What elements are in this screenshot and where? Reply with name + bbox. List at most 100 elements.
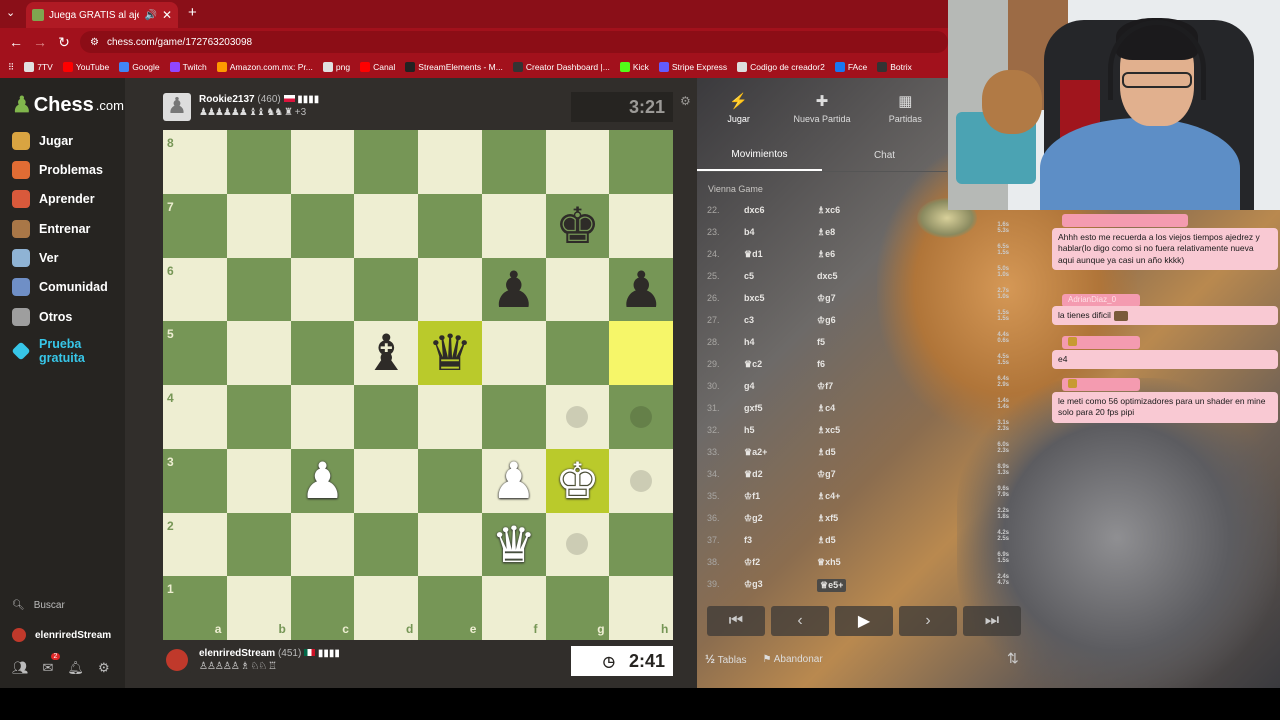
square-c2[interactable] xyxy=(290,512,355,577)
white-move[interactable]: ♛a2+ xyxy=(744,447,767,458)
square-d4[interactable] xyxy=(354,385,419,449)
bookmark-8[interactable]: Creator Dashboard |... xyxy=(512,62,610,72)
opponent-avatar[interactable]: ♟ xyxy=(163,93,191,121)
square-h8[interactable] xyxy=(609,130,674,194)
white-move[interactable]: f3 xyxy=(744,535,752,545)
bookmark-4[interactable]: Amazon.com.mx: Pr... xyxy=(216,62,313,72)
bookmark-5[interactable]: png xyxy=(322,62,350,72)
sidebar-item-2[interactable]: Aprender xyxy=(12,190,95,208)
apps-icon[interactable]: ⠿ xyxy=(8,62,14,73)
white-piece-f2[interactable]: ♛ xyxy=(482,513,546,577)
square-d3[interactable] xyxy=(354,448,419,513)
last-move-button[interactable]: ⏭ xyxy=(963,606,1021,636)
bookmark-13[interactable]: Botrix xyxy=(877,62,912,72)
sidebar-item-6[interactable]: Otros xyxy=(12,308,72,326)
tab-chat[interactable]: Chat xyxy=(822,140,947,171)
white-piece-g3[interactable]: ♚ xyxy=(546,449,610,513)
square-b4[interactable] xyxy=(226,385,291,449)
user-profile-link[interactable]: elenriredStream xyxy=(12,628,111,642)
black-move[interactable]: ♔g6 xyxy=(817,315,836,326)
bookmark-11[interactable]: Codigo de creador2 xyxy=(737,62,825,72)
white-piece-c3[interactable]: ♟ xyxy=(291,449,355,513)
panel-tab-0[interactable]: ⚡ Jugar xyxy=(697,78,780,138)
white-move[interactable]: c5 xyxy=(744,271,754,281)
square-g8[interactable] xyxy=(545,130,610,194)
tab-movimientos[interactable]: Movimientos xyxy=(697,140,822,171)
tab-search-icon[interactable]: ⌄ xyxy=(6,6,15,19)
white-move[interactable]: ♛d2 xyxy=(744,469,763,480)
square-e3[interactable] xyxy=(418,448,482,513)
square-d7[interactable] xyxy=(354,193,419,258)
black-move[interactable]: f6 xyxy=(817,359,825,369)
settings-gear-icon[interactable]: ⚙ xyxy=(98,660,110,676)
black-move[interactable]: ♗xc6 xyxy=(817,205,840,216)
square-b6[interactable] xyxy=(226,257,291,322)
friends-icon[interactable]: 👥︎ xyxy=(12,660,29,676)
square-f7[interactable] xyxy=(481,193,546,258)
white-move[interactable]: ♔g3 xyxy=(744,579,763,590)
sidebar-item-7[interactable]: Prueba gratuita xyxy=(11,337,89,366)
square-g6[interactable] xyxy=(545,257,610,322)
sidebar-item-4[interactable]: Ver xyxy=(12,249,58,267)
bookmark-0[interactable]: 7TV xyxy=(24,62,53,72)
sidebar-item-3[interactable]: Entrenar xyxy=(12,220,90,238)
sidebar-item-0[interactable]: Jugar xyxy=(12,132,73,150)
white-move[interactable]: b4 xyxy=(744,227,755,237)
black-piece-d5[interactable]: ♝ xyxy=(354,321,418,385)
bookmark-7[interactable]: StreamElements - M... xyxy=(405,62,503,72)
square-b2[interactable] xyxy=(226,512,291,577)
square-b5[interactable] xyxy=(226,321,291,386)
new-tab-button[interactable]: + xyxy=(188,4,197,21)
square-d2[interactable] xyxy=(354,512,419,577)
square-b3[interactable] xyxy=(226,448,291,513)
square-e4[interactable] xyxy=(418,385,482,449)
bell-icon[interactable]: 🔔︎ xyxy=(67,660,84,676)
square-e2[interactable] xyxy=(418,512,482,577)
black-move[interactable]: ♔f7 xyxy=(817,381,833,392)
black-move[interactable]: ♕e5+ xyxy=(817,579,847,592)
black-move[interactable]: ♗e8 xyxy=(817,227,835,238)
black-move[interactable]: dxc5 xyxy=(817,271,838,281)
play-button[interactable]: ▶ xyxy=(835,606,893,636)
first-move-button[interactable]: ⏮ xyxy=(707,606,765,636)
chess-logo[interactable]: ♟ Chess .com xyxy=(12,92,124,118)
draw-button[interactable]: ½ Tablas xyxy=(705,652,747,666)
reload-icon[interactable]: ↻ xyxy=(52,34,76,51)
white-move[interactable]: bxc5 xyxy=(744,293,765,303)
white-move[interactable]: h5 xyxy=(744,425,755,435)
square-h2[interactable] xyxy=(609,512,674,577)
sidebar-item-5[interactable]: Comunidad xyxy=(12,278,108,296)
square-g5[interactable] xyxy=(545,321,610,386)
player-name[interactable]: elenriredStream xyxy=(199,648,275,659)
white-piece-f3[interactable]: ♟ xyxy=(482,449,546,513)
square-f8[interactable] xyxy=(481,130,546,194)
black-piece-h6[interactable]: ♟ xyxy=(609,258,673,322)
square-e8[interactable] xyxy=(418,130,482,194)
square-c7[interactable] xyxy=(290,193,355,258)
opponent-name[interactable]: Rookie2137 xyxy=(199,94,255,105)
white-move[interactable]: ♔g2 xyxy=(744,513,763,524)
black-move[interactable]: ♗d5 xyxy=(817,447,836,458)
legal-move-dot[interactable] xyxy=(630,405,653,428)
black-move[interactable]: ♗xf5 xyxy=(817,513,838,524)
close-tab-icon[interactable]: ✕ xyxy=(162,8,172,22)
square-c5[interactable] xyxy=(290,321,355,386)
board-settings-icon[interactable]: ⚙ xyxy=(680,94,691,108)
square-c6[interactable] xyxy=(290,257,355,322)
bookmark-6[interactable]: Canal xyxy=(360,62,395,72)
black-move[interactable]: ♔g7 xyxy=(817,469,836,480)
white-move[interactable]: gxf5 xyxy=(744,403,763,413)
next-move-button[interactable]: › xyxy=(899,606,957,636)
search-link[interactable]: 🔍︎ Buscar xyxy=(12,600,65,611)
bookmark-2[interactable]: Google xyxy=(119,62,160,72)
square-h5[interactable] xyxy=(609,321,674,386)
messages-icon[interactable]: ✉ 2 xyxy=(43,653,61,676)
square-d6[interactable] xyxy=(354,257,419,322)
legal-move-dot[interactable] xyxy=(630,469,653,492)
panel-tab-2[interactable]: ▦ Partidas xyxy=(864,78,947,138)
square-b7[interactable] xyxy=(226,193,291,258)
square-c8[interactable] xyxy=(290,130,355,194)
square-e6[interactable] xyxy=(418,257,482,322)
black-move[interactable]: ♗c4+ xyxy=(817,491,840,502)
player-avatar[interactable] xyxy=(163,646,191,674)
